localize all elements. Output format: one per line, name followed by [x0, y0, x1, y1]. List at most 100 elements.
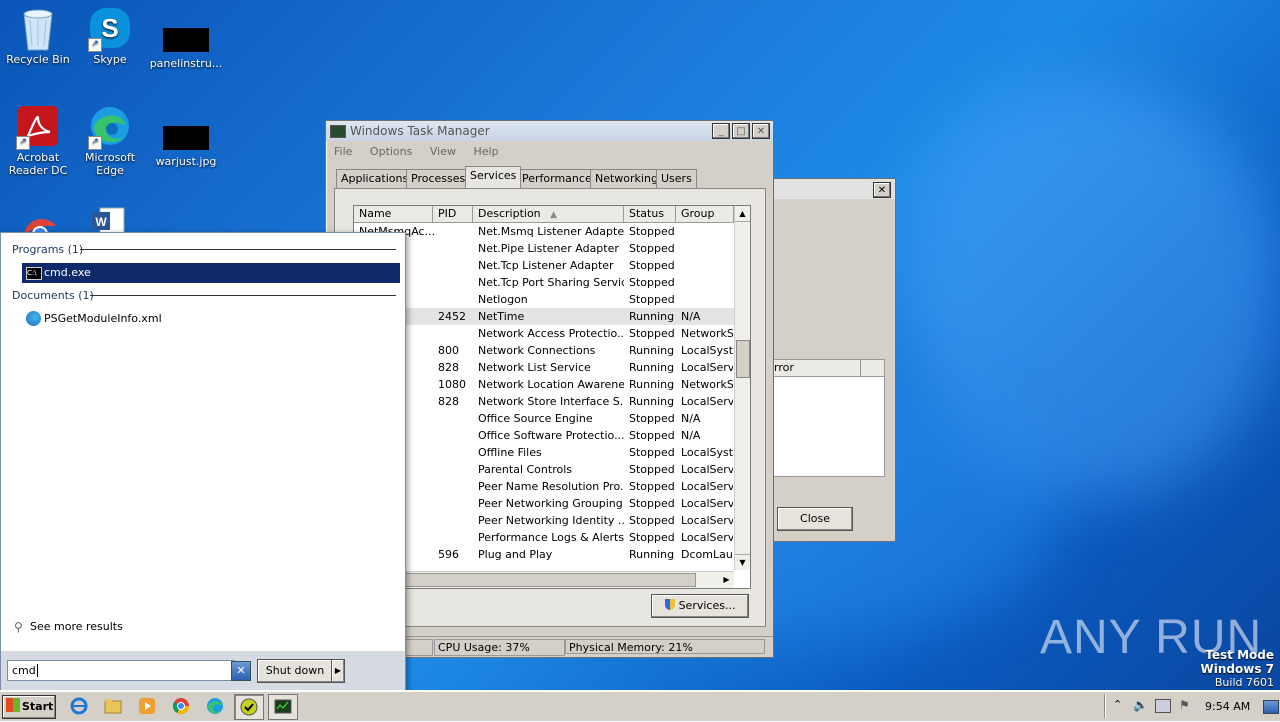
- close-icon[interactable]: ✕: [873, 182, 891, 198]
- chrome-icon[interactable]: [20, 204, 60, 242]
- service-row[interactable]: Peer Name Resolution Pro... Stopped LocalS…: [354, 478, 750, 495]
- build-line: Build 7601: [1214, 676, 1274, 689]
- taskbar-button-task-manager[interactable]: [268, 694, 298, 720]
- column-header[interactable]: rror: [774, 360, 861, 376]
- service-row[interactable]: Office Source Engine Stopped N/A: [354, 410, 750, 427]
- scrollbar-thumb[interactable]: [736, 340, 750, 378]
- service-row[interactable]: Office Software Protectio... Stopped N/A: [354, 427, 750, 444]
- desktop-icon-label: Acrobat Reader DC: [8, 151, 68, 177]
- service-desc-cell: Net.Msmq Listener Adapter: [478, 225, 624, 238]
- service-row[interactable]: 1080 Network Location Awareness Running Net…: [354, 376, 750, 393]
- action-center-flag-icon[interactable]: ⚑: [1179, 698, 1190, 712]
- show-desktop-icon[interactable]: [1263, 700, 1279, 714]
- service-group-cell: NetworkSe: [681, 378, 733, 391]
- tab-applications[interactable]: Applications: [336, 169, 414, 188]
- service-row[interactable]: 800 Network Connections Running LocalSyste: [354, 342, 750, 359]
- task-manager-titlebar[interactable]: Windows Task Manager _ □ ✕: [326, 121, 773, 141]
- service-desc-cell: Network Connections: [478, 344, 596, 357]
- explorer-icon[interactable]: [104, 697, 122, 715]
- scroll-up-icon[interactable]: ▲: [735, 206, 750, 222]
- see-more-results-link[interactable]: ⚲ See more results: [12, 619, 123, 635]
- desktop-icon-warjust[interactable]: warjust.jpg: [148, 104, 224, 168]
- menu-view[interactable]: View: [430, 145, 456, 158]
- start-button[interactable]: Start: [2, 695, 56, 719]
- word-doc-icon[interactable]: W: [90, 206, 130, 235]
- clock[interactable]: 9:54 AM: [1205, 700, 1250, 713]
- service-desc-cell: Network List Service: [478, 361, 591, 374]
- service-desc-cell: Offline Files: [478, 446, 542, 459]
- service-status-cell: Stopped: [629, 497, 675, 510]
- tab-users[interactable]: Users: [656, 169, 697, 188]
- service-row[interactable]: Netlogon Stopped: [354, 291, 750, 308]
- service-row[interactable]: ...rt...Net.Tcp Port Sharing ServiceStop…: [354, 274, 750, 291]
- desktop-icon-edge[interactable]: ↗ Microsoft Edge: [72, 104, 148, 177]
- edge-icon[interactable]: [206, 697, 224, 715]
- text-caret: [36, 664, 38, 677]
- menu-help[interactable]: Help: [473, 145, 498, 158]
- column-group[interactable]: Group: [676, 206, 734, 222]
- scroll-right-icon[interactable]: ▶: [719, 572, 734, 588]
- documents-group-header: Documents (1): [12, 289, 94, 302]
- column-name[interactable]: Name: [354, 206, 433, 222]
- horizontal-scrollbar[interactable]: ▶: [354, 571, 734, 588]
- service-row[interactable]: ...vc2452NetTimeRunningN/A: [354, 308, 750, 325]
- service-status-cell: Stopped: [629, 242, 675, 255]
- service-desc-cell: Office Source Engine: [478, 412, 593, 425]
- maximize-icon[interactable]: □: [732, 123, 750, 139]
- service-row[interactable]: ...eOffline FilesStoppedLocalSyste: [354, 444, 750, 461]
- service-row[interactable]: Performance Logs & Alerts Stopped LocalSer…: [354, 529, 750, 546]
- service-status-cell: Stopped: [629, 225, 675, 238]
- result-label: PSGetModuleInfo.xml: [44, 312, 162, 325]
- search-input[interactable]: cmd: [7, 660, 235, 681]
- service-row[interactable]: 828 Network Store Interface S... Running Lo…: [354, 393, 750, 410]
- column-pid[interactable]: PID: [433, 206, 473, 222]
- service-row[interactable]: ...ti...Net.Pipe Listener AdapterStopped: [354, 240, 750, 257]
- minimize-icon[interactable]: _: [712, 123, 730, 139]
- service-status-cell: Running: [629, 378, 675, 391]
- service-row[interactable]: 596 Plug and Play Running DcomLaun: [354, 546, 750, 563]
- desktop-icon-panelinstru[interactable]: panelinstru...: [148, 6, 224, 70]
- service-row[interactable]: Peer Networking Identity ... Stopped Local…: [354, 512, 750, 529]
- service-status-cell: Stopped: [629, 276, 675, 289]
- tab-processes[interactable]: Processes: [406, 169, 471, 188]
- menu-file[interactable]: File: [334, 145, 352, 158]
- menu-bar: File Options View Help: [334, 145, 513, 158]
- service-row[interactable]: ...tiv...Net.Tcp Listener AdapterStopped: [354, 257, 750, 274]
- menu-options[interactable]: Options: [370, 145, 412, 158]
- service-group-cell: LocalSyste: [681, 446, 733, 459]
- scroll-down-icon[interactable]: ▼: [735, 554, 750, 570]
- network-icon[interactable]: [1155, 699, 1171, 713]
- desktop-icon-acrobat[interactable]: ↗ Acrobat Reader DC: [0, 104, 76, 177]
- service-row[interactable]: Network Access Protectio... Stopped Networ…: [354, 325, 750, 342]
- media-player-icon[interactable]: [138, 697, 156, 715]
- service-row[interactable]: Peer Networking Grouping Stopped LocalServ…: [354, 495, 750, 512]
- service-desc-cell: NetTime: [478, 310, 525, 323]
- column-status[interactable]: Status: [624, 206, 676, 222]
- chrome-icon[interactable]: [172, 697, 190, 715]
- tab-performance[interactable]: Performance: [517, 169, 597, 188]
- close-icon[interactable]: ✕: [752, 123, 770, 139]
- vertical-scrollbar[interactable]: ▲ ▼: [734, 206, 750, 570]
- desktop-icon-recycle-bin[interactable]: Recycle Bin: [0, 6, 76, 66]
- column-description[interactable]: Description ▲: [473, 206, 624, 222]
- service-row[interactable]: NetMsmqAc...Net.Msmq Listener AdapterSto…: [354, 223, 750, 240]
- ie-icon[interactable]: [70, 697, 88, 715]
- desktop-icon-label: Skype: [93, 53, 127, 66]
- service-status-cell: Stopped: [629, 463, 675, 476]
- tab-networking[interactable]: Networking: [590, 169, 663, 188]
- desktop-icon-skype[interactable]: S ↗ Skype: [72, 6, 148, 66]
- tab-services[interactable]: Services: [465, 166, 522, 188]
- result-cmd-exe[interactable]: C:\ cmd.exe: [22, 263, 400, 283]
- services-list[interactable]: Name PID Description ▲ Status Group NetM…: [353, 205, 751, 589]
- close-button[interactable]: Close: [777, 507, 853, 531]
- result-psgetmoduleinfo[interactable]: PSGetModuleInfo.xml: [22, 309, 162, 329]
- shutdown-options-icon[interactable]: ▶: [331, 659, 345, 683]
- shutdown-button[interactable]: Shut down: [257, 659, 333, 683]
- services-button[interactable]: Services...: [651, 594, 749, 618]
- service-row[interactable]: Parental Controls Stopped LocalServic: [354, 461, 750, 478]
- taskbar-button-active-app[interactable]: [234, 694, 264, 720]
- show-hidden-icons-icon[interactable]: ⌃: [1113, 698, 1122, 711]
- clear-search-icon[interactable]: ✕: [231, 661, 251, 681]
- volume-icon[interactable]: 🔈: [1133, 698, 1148, 712]
- service-row[interactable]: 828 Network List Service Running LocalServi…: [354, 359, 750, 376]
